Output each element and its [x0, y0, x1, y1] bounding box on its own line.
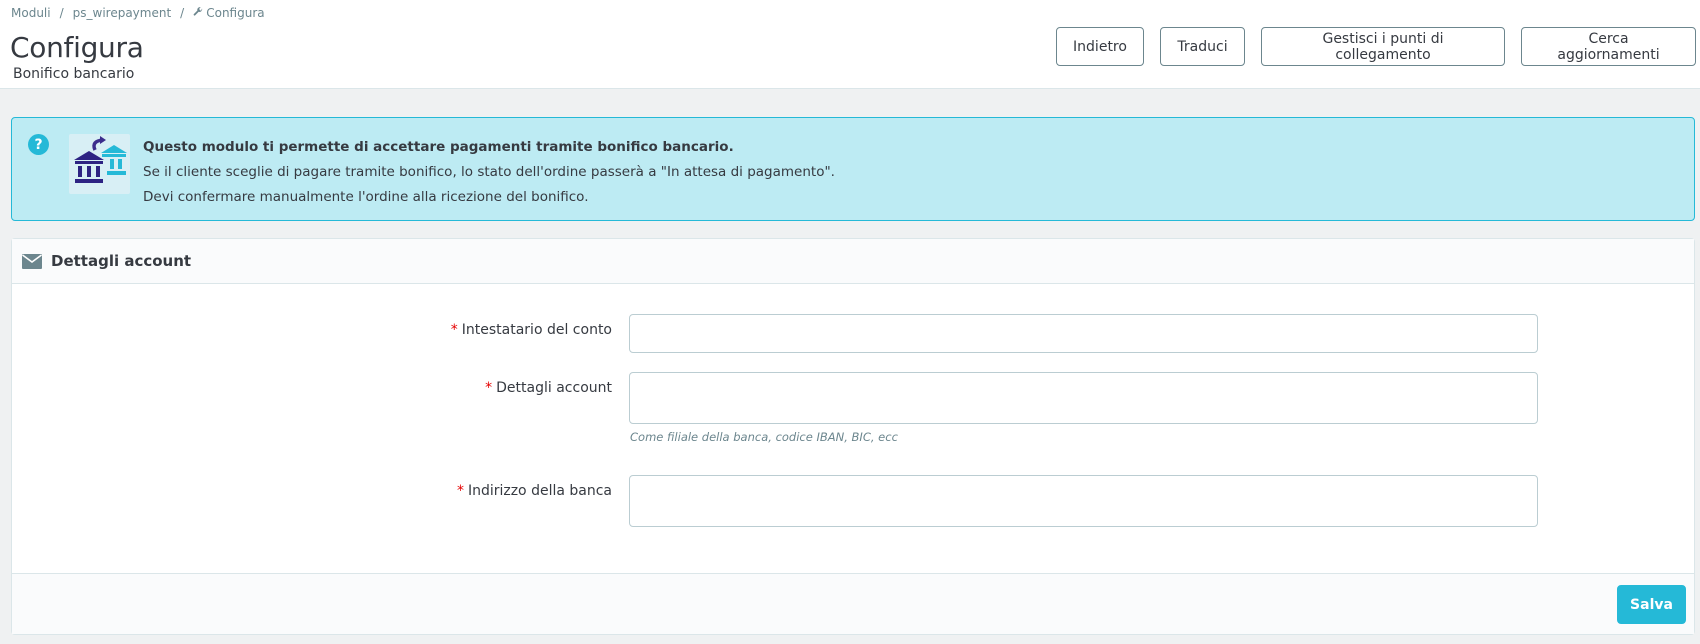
bank-address-textarea[interactable]	[629, 475, 1538, 527]
required-mark: *	[485, 380, 493, 396]
field-label-account-owner: * Intestatario del conto	[12, 322, 612, 338]
alert-title: Questo modulo ti permette di accettare p…	[143, 139, 734, 155]
panel-title: Dettagli account	[51, 252, 192, 270]
envelope-icon	[22, 253, 42, 269]
alert-line-1: Se il cliente sceglie di pagare tramite …	[143, 164, 835, 180]
translate-button[interactable]: Traduci	[1160, 27, 1245, 66]
account-details-panel: Dettagli account * Intestatario del conto…	[11, 238, 1695, 635]
field-label-text: Indirizzo della banca	[467, 483, 612, 499]
account-owner-input[interactable]	[629, 314, 1538, 353]
page-header: Moduli / ps_wirepayment / Configura Conf…	[0, 0, 1700, 89]
back-button[interactable]: Indietro	[1056, 27, 1144, 66]
page-subtitle: Bonifico bancario	[13, 66, 135, 82]
page-title: Configura	[10, 31, 144, 64]
field-label-text: Intestatario del conto	[461, 322, 612, 338]
question-circle-icon: ?	[28, 134, 49, 155]
bank-transfer-logo-icon	[69, 134, 130, 194]
breadcrumb-item-module[interactable]: ps_wirepayment	[73, 6, 172, 20]
panel-heading: Dettagli account	[12, 239, 1694, 284]
info-alert: ? Questo modulo ti permette di accettare…	[11, 117, 1695, 221]
panel-footer: Salva	[12, 573, 1694, 634]
field-label-account-details: * Dettagli account	[12, 380, 612, 396]
breadcrumb-separator: /	[59, 6, 64, 20]
wrench-icon	[193, 6, 203, 20]
field-label-bank-address: * Indirizzo della banca	[12, 483, 612, 499]
save-button[interactable]: Salva	[1617, 585, 1686, 624]
field-label-text: Dettagli account	[496, 380, 612, 396]
account-details-textarea[interactable]	[629, 372, 1538, 424]
breadcrumb: Moduli / ps_wirepayment / Configura	[11, 6, 265, 20]
check-updates-button[interactable]: Cerca aggiornamenti	[1521, 27, 1696, 66]
alert-line-2: Devi confermare manualmente l'ordine all…	[143, 189, 589, 205]
required-mark: *	[450, 322, 458, 338]
manage-hooks-button[interactable]: Gestisci i punti di collegamento	[1261, 27, 1505, 66]
account-details-help: Come filiale della banca, codice IBAN, B…	[630, 430, 898, 444]
breadcrumb-item-modules[interactable]: Moduli	[11, 6, 51, 20]
breadcrumb-item-current: Configura	[206, 6, 265, 20]
required-mark: *	[456, 483, 464, 499]
breadcrumb-separator: /	[180, 6, 185, 20]
